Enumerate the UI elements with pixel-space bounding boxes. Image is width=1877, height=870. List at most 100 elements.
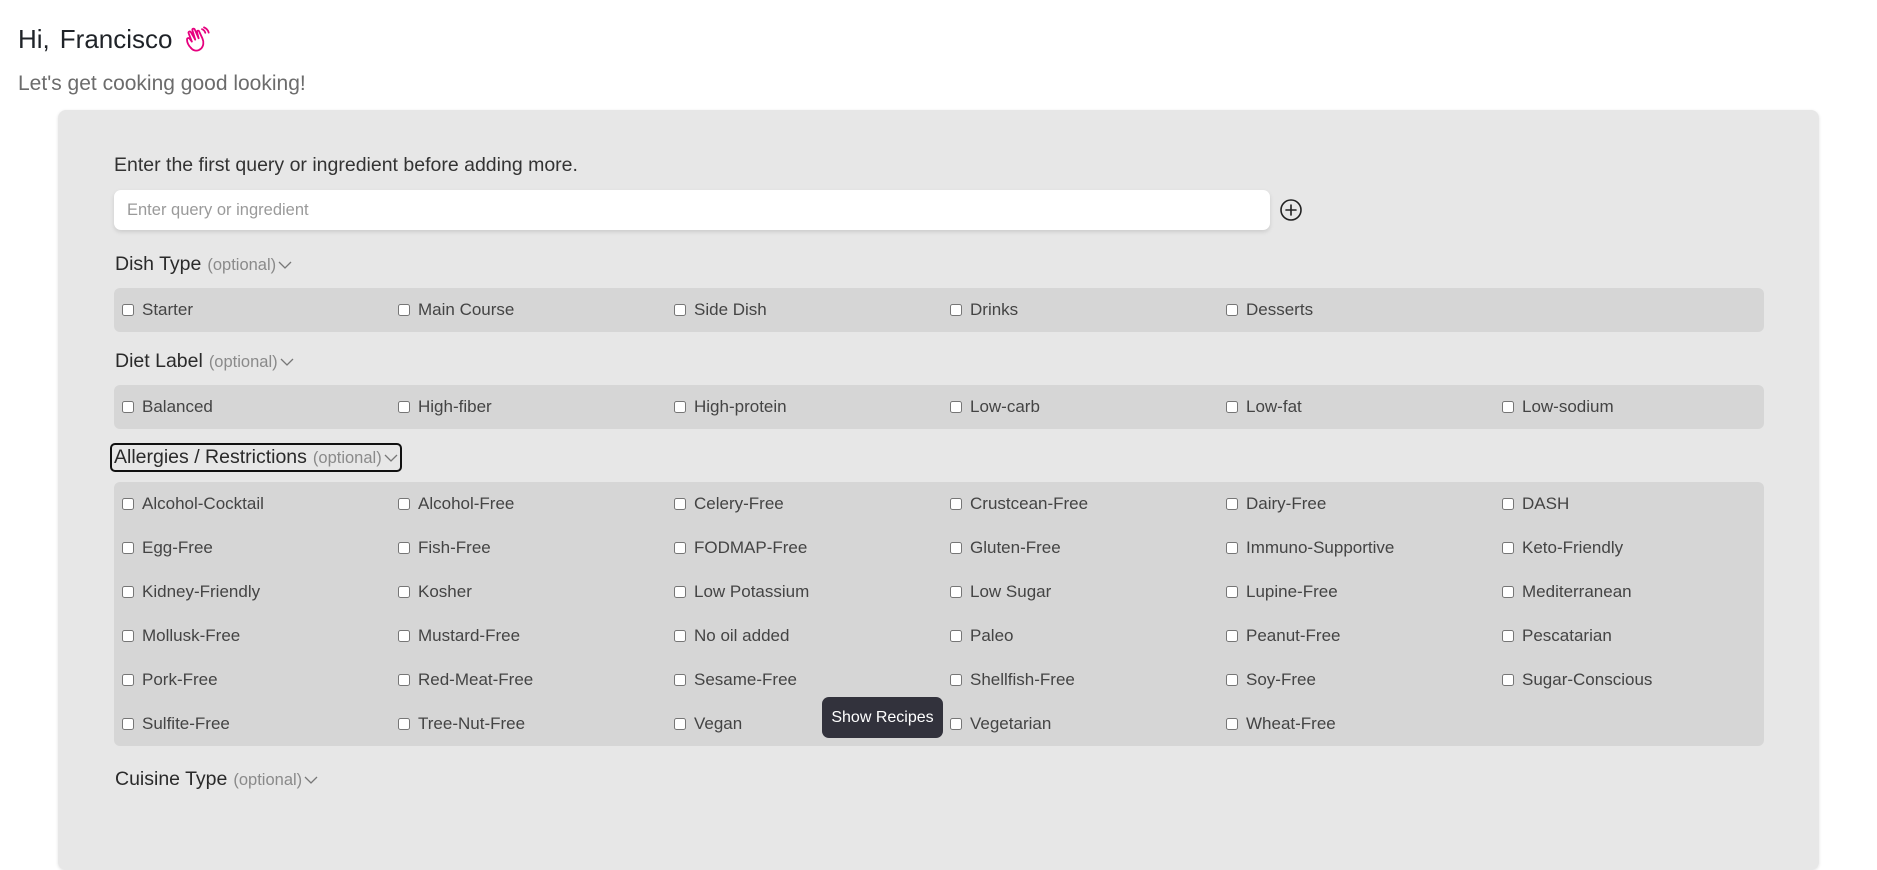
option-checkbox[interactable] xyxy=(122,630,134,642)
option-checkbox[interactable] xyxy=(950,674,962,686)
option-item[interactable]: Dairy-Free xyxy=(1226,482,1502,526)
option-item[interactable]: No oil added xyxy=(674,614,950,658)
option-checkbox[interactable] xyxy=(674,498,686,510)
option-checkbox[interactable] xyxy=(1226,304,1238,316)
option-item[interactable]: Kidney-Friendly xyxy=(122,570,398,614)
option-checkbox[interactable] xyxy=(398,630,410,642)
option-checkbox[interactable] xyxy=(674,674,686,686)
option-checkbox[interactable] xyxy=(674,718,686,730)
query-input[interactable] xyxy=(114,190,1270,230)
option-item[interactable]: Vegetarian xyxy=(950,702,1226,746)
option-checkbox[interactable] xyxy=(122,542,134,554)
option-checkbox[interactable] xyxy=(398,498,410,510)
option-item[interactable]: Tree-Nut-Free xyxy=(398,702,674,746)
option-checkbox[interactable] xyxy=(674,586,686,598)
option-checkbox[interactable] xyxy=(398,718,410,730)
option-checkbox[interactable] xyxy=(398,304,410,316)
option-item[interactable]: Alcohol-Free xyxy=(398,482,674,526)
diet-label-toggle[interactable]: Diet Label (optional) xyxy=(114,350,295,373)
option-checkbox[interactable] xyxy=(950,586,962,598)
option-checkbox[interactable] xyxy=(950,498,962,510)
option-item[interactable]: Lupine-Free xyxy=(1226,570,1502,614)
option-item[interactable]: Drinks xyxy=(950,288,1226,332)
option-checkbox[interactable] xyxy=(122,304,134,316)
option-checkbox[interactable] xyxy=(950,718,962,730)
option-checkbox[interactable] xyxy=(1226,542,1238,554)
option-checkbox[interactable] xyxy=(1502,586,1514,598)
option-checkbox[interactable] xyxy=(398,674,410,686)
option-checkbox[interactable] xyxy=(1502,401,1514,413)
option-item[interactable]: Balanced xyxy=(122,385,398,429)
option-checkbox[interactable] xyxy=(398,401,410,413)
option-item[interactable]: Low-carb xyxy=(950,385,1226,429)
option-label: Sugar-Conscious xyxy=(1522,670,1653,689)
option-item[interactable]: Main Course xyxy=(398,288,674,332)
option-item[interactable]: Keto-Friendly xyxy=(1502,526,1778,570)
option-checkbox[interactable] xyxy=(1226,674,1238,686)
allergies-toggle[interactable]: Allergies / Restrictions (optional) xyxy=(110,443,402,472)
option-item[interactable]: Mediterranean xyxy=(1502,570,1778,614)
add-query-button[interactable] xyxy=(1279,198,1303,222)
option-item[interactable]: Desserts xyxy=(1226,288,1502,332)
option-item[interactable]: Peanut-Free xyxy=(1226,614,1502,658)
option-item[interactable]: Immuno-Supportive xyxy=(1226,526,1502,570)
option-item[interactable]: Mollusk-Free xyxy=(122,614,398,658)
option-item[interactable]: Sulfite-Free xyxy=(122,702,398,746)
option-checkbox[interactable] xyxy=(1226,586,1238,598)
cuisine-type-toggle[interactable]: Cuisine Type (optional) xyxy=(114,768,319,791)
option-item[interactable]: Low-fat xyxy=(1226,385,1502,429)
option-item[interactable]: DASH xyxy=(1502,482,1778,526)
option-item[interactable]: Mustard-Free xyxy=(398,614,674,658)
option-item[interactable]: Pork-Free xyxy=(122,658,398,702)
option-checkbox[interactable] xyxy=(1226,630,1238,642)
option-item[interactable]: Sesame-Free xyxy=(674,658,950,702)
option-checkbox[interactable] xyxy=(950,401,962,413)
option-item[interactable]: Red-Meat-Free xyxy=(398,658,674,702)
dish-type-toggle[interactable]: Dish Type (optional) xyxy=(114,253,293,276)
option-checkbox[interactable] xyxy=(674,542,686,554)
option-item[interactable]: Low Potassium xyxy=(674,570,950,614)
option-checkbox[interactable] xyxy=(122,718,134,730)
option-checkbox[interactable] xyxy=(1226,498,1238,510)
option-checkbox[interactable] xyxy=(1226,718,1238,730)
option-item[interactable]: High-protein xyxy=(674,385,950,429)
option-item[interactable]: Low-sodium xyxy=(1502,385,1778,429)
option-item[interactable]: Celery-Free xyxy=(674,482,950,526)
option-checkbox[interactable] xyxy=(950,542,962,554)
option-checkbox[interactable] xyxy=(122,674,134,686)
option-item[interactable]: Pescatarian xyxy=(1502,614,1778,658)
show-recipes-button[interactable]: Show Recipes xyxy=(822,697,943,738)
option-checkbox[interactable] xyxy=(398,586,410,598)
option-item[interactable]: Kosher xyxy=(398,570,674,614)
option-item[interactable]: Sugar-Conscious xyxy=(1502,658,1778,702)
option-checkbox[interactable] xyxy=(674,304,686,316)
option-label: Drinks xyxy=(970,300,1019,319)
option-item[interactable]: Starter xyxy=(122,288,398,332)
option-item[interactable]: Gluten-Free xyxy=(950,526,1226,570)
option-checkbox[interactable] xyxy=(122,586,134,598)
option-checkbox[interactable] xyxy=(950,304,962,316)
option-item[interactable]: Crustcean-Free xyxy=(950,482,1226,526)
option-item[interactable]: Shellfish-Free xyxy=(950,658,1226,702)
option-checkbox[interactable] xyxy=(1502,542,1514,554)
option-item[interactable]: Low Sugar xyxy=(950,570,1226,614)
option-item[interactable]: Fish-Free xyxy=(398,526,674,570)
option-checkbox[interactable] xyxy=(122,401,134,413)
option-checkbox[interactable] xyxy=(674,630,686,642)
option-checkbox[interactable] xyxy=(398,542,410,554)
option-checkbox[interactable] xyxy=(1502,498,1514,510)
option-item[interactable]: Egg-Free xyxy=(122,526,398,570)
option-item[interactable]: Side Dish xyxy=(674,288,950,332)
option-checkbox[interactable] xyxy=(122,498,134,510)
option-checkbox[interactable] xyxy=(1226,401,1238,413)
option-item[interactable]: Alcohol-Cocktail xyxy=(122,482,398,526)
option-checkbox[interactable] xyxy=(674,401,686,413)
option-checkbox[interactable] xyxy=(1502,674,1514,686)
option-item[interactable]: Paleo xyxy=(950,614,1226,658)
option-item[interactable]: Wheat-Free xyxy=(1226,702,1502,746)
option-item[interactable]: High-fiber xyxy=(398,385,674,429)
option-item[interactable]: Soy-Free xyxy=(1226,658,1502,702)
option-item[interactable]: FODMAP-Free xyxy=(674,526,950,570)
option-checkbox[interactable] xyxy=(950,630,962,642)
option-checkbox[interactable] xyxy=(1502,630,1514,642)
